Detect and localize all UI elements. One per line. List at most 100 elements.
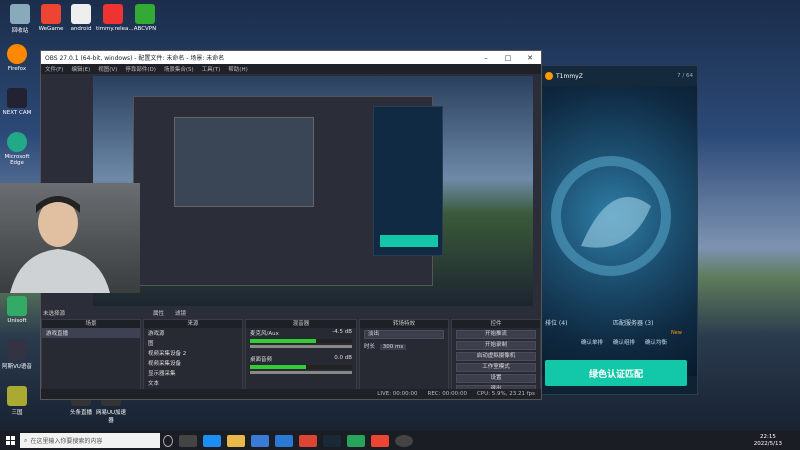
menu-tools[interactable]: 工具(T) [202,65,221,73]
vpn-icon [135,4,155,24]
game-header: T1mmyZ 7 / 64 [541,66,697,86]
new-badge: New [671,330,682,336]
source-item[interactable]: 文本 [144,378,242,388]
task-view-icon[interactable] [179,434,197,447]
streamer-silhouette-icon [10,196,110,293]
pdf-icon [103,4,123,24]
volume-slider[interactable] [250,371,352,374]
scene-item[interactable]: 游戏直播 [42,328,140,338]
preview-game-client [373,106,443,256]
no-source-label: 未选择源 [43,311,66,317]
close-button[interactable]: ✕ [519,54,541,62]
mixer-channel-name: 桌面音频 [250,357,273,363]
mixer-meter [250,339,352,343]
obs-preview[interactable] [93,76,533,306]
vscode-icon[interactable] [275,434,293,447]
desktop-icon-label: Microsoft Edge [4,154,30,166]
source-item[interactable]: 图 [144,338,242,348]
queue-left[interactable]: 排位 (4) [545,318,567,327]
option-group[interactable]: 确认组排 [613,338,635,346]
menu-help[interactable]: 帮助(H) [228,65,247,73]
desktop-icon-recycle[interactable]: 回收站 [3,4,37,34]
start-button[interactable] [0,431,20,450]
folder-icon [71,4,91,24]
mixer-header: 混音器 [246,320,356,328]
cpu-status: CPU: 5.9%, 23.21 fps [476,391,535,397]
menu-scene-collection[interactable]: 场景集合(S) [164,65,194,73]
wechat-icon[interactable] [347,434,365,447]
option-solo[interactable]: 确认单排 [581,338,603,346]
maximize-button[interactable]: □ [497,54,519,62]
desktop-icon-voice[interactable]: 阿斯VU语音 [0,340,34,370]
menu-file[interactable]: 文件(F) [45,65,63,73]
start-streaming-button[interactable]: 开始推流 [456,330,536,339]
mixer-channel-db: -4.5 dB [332,329,352,335]
mixer-channel-name: 麦克风/Aux [250,331,279,337]
counter: 7 / 64 [677,73,693,79]
start-recording-button[interactable]: 开始录制 [456,341,536,350]
wegame-taskbar-icon[interactable] [371,434,389,447]
edge-icon [7,132,27,152]
controls-header: 控件 [452,320,540,328]
mail-icon[interactable] [251,434,269,447]
cortana-icon[interactable] [163,434,173,447]
desktop-icon-firefox[interactable]: Firefox [0,44,34,72]
properties-button[interactable]: 属性 [153,309,164,317]
sources-header: 来源 [144,320,242,328]
steam-icon[interactable] [323,434,341,447]
transitions-header: 转场特效 [360,320,448,328]
minimize-button[interactable]: – [475,54,497,62]
match-options: 确认单排 确认组排 确认均衡 [581,338,667,346]
mixer-channel: 桌面音频 0.0 dB [246,354,356,364]
studio-mode-button[interactable]: 工作室模式 [456,363,536,372]
transition-select[interactable]: 淡出 [364,330,444,339]
queue-right[interactable]: 匹配服务器 (3) [613,318,653,327]
duration-input[interactable]: 300 ms [379,344,407,350]
file-explorer-icon[interactable] [227,434,245,447]
desktop-icon-label: 三国 [11,410,23,416]
desktop-icon-wegame[interactable]: WeGame [34,4,68,32]
obs-taskbar-icon[interactable] [395,434,413,447]
windows-icon [5,436,15,445]
settings-button[interactable]: 设置 [456,374,536,383]
desktop-icon-label: Firefox [7,66,27,72]
game-client-window[interactable]: T1mmyZ 7 / 64 排位 (4) 匹配服务器 (3) 确认单排 确认组排… [540,65,698,395]
mixer-channel: 麦克风/Aux -4.5 dB [246,328,356,338]
rec-status: REC: 00:00:00 [427,391,467,397]
volume-slider[interactable] [250,345,352,348]
menu-edit[interactable]: 编辑(E) [71,65,90,73]
desktop-icon-pdf[interactable]: timmy.relea... [96,4,134,32]
source-item[interactable]: 显示器采集 [144,368,242,378]
source-item[interactable]: 游戏源 [144,328,242,338]
source-item[interactable]: 视频采集设备 [144,358,242,368]
desktop-icon-vpn[interactable]: ABCVPN [128,4,162,32]
option-balance[interactable]: 确认均衡 [645,338,667,346]
duration-row: 时长 300 ms [360,341,448,351]
firefox-icon [7,44,27,64]
desktop-icon-sanguo[interactable]: 三国 [0,386,34,416]
obs-title: OBS 27.0.1 (64-bit, windows) - 配置文件: 未命名… [45,55,225,62]
menu-view[interactable]: 视图(V) [98,65,117,73]
taskbar: ⌕ 在这里输入你要搜索的内容 22:15 2022/5/13 [0,431,800,450]
taskbar-search[interactable]: ⌕ 在这里输入你要搜索的内容 [20,433,160,448]
user-avatar[interactable] [545,72,553,80]
desktop-icon-android[interactable]: android [64,4,98,32]
menu-docks[interactable]: 停靠部件(D) [125,65,156,73]
desktop-icon-unisoft[interactable]: Unisoft [0,296,34,324]
recycle-bin-icon [10,4,30,24]
unisoft-icon [7,296,27,316]
nextcam-icon [7,88,27,108]
desktop-icon-nextcam[interactable]: NEXT CAM [0,88,34,116]
desktop-icon-edge[interactable]: Microsoft Edge [0,132,34,166]
source-item[interactable]: 视频采集设备 2 [144,348,242,358]
edge-taskbar-icon[interactable] [203,434,221,447]
scenes-dock: 场景 游戏直播 [41,319,141,397]
virtual-camera-button[interactable]: 启动虚拟摄像机 [456,352,536,361]
desktop-icon-label: WeGame [38,26,64,32]
game-icon [7,386,27,406]
chrome-icon[interactable] [299,434,317,447]
taskbar-clock[interactable]: 22:15 2022/5/13 [754,434,782,448]
match-button[interactable]: 绿色认证匹配 [545,360,687,386]
filters-button[interactable]: 滤镜 [175,309,186,317]
username: T1mmyZ [556,72,583,80]
